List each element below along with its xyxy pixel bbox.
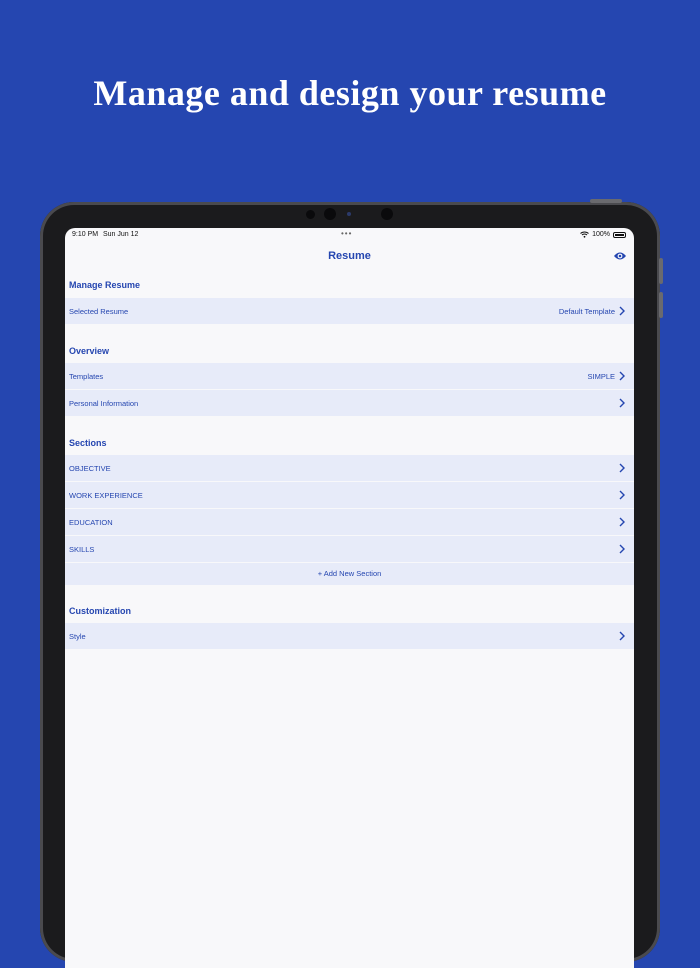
status-time: 9:10 PM: [72, 231, 99, 238]
row-work-experience[interactable]: WORK EXPERIENCE: [65, 482, 634, 509]
section-header-sections: Sections: [69, 438, 107, 448]
camera-icon: [324, 208, 336, 220]
chevron-right-icon: [619, 517, 625, 527]
row-selected-resume[interactable]: Selected Resume Default Template: [65, 298, 634, 325]
chevron-right-icon: [619, 544, 625, 554]
multitasking-dots-icon[interactable]: •••: [341, 229, 352, 238]
chevron-right-icon: [619, 463, 625, 473]
page-title: Resume: [328, 250, 371, 262]
eye-icon[interactable]: [613, 251, 627, 261]
row-label: SKILLS: [69, 544, 95, 554]
volume-down-button: [659, 292, 663, 318]
chevron-right-icon: [619, 490, 625, 500]
add-new-section-button[interactable]: + Add New Section: [65, 563, 634, 585]
row-label: EDUCATION: [69, 517, 113, 527]
sensor-icon: [381, 208, 393, 220]
status-bar: 9:10 PM Sun Jun 12 ••• 100%: [65, 228, 634, 242]
tablet-frame: 9:10 PM Sun Jun 12 ••• 100% Resume Manag…: [40, 199, 663, 968]
row-label: Selected Resume: [69, 306, 129, 316]
chevron-right-icon: [619, 371, 625, 381]
section-header-overview: Overview: [69, 346, 110, 356]
row-skills[interactable]: SKILLS: [65, 536, 634, 563]
row-value: SIMPLE: [587, 371, 615, 381]
row-label: Templates: [69, 371, 104, 381]
status-date: Sun Jun 12: [103, 231, 139, 238]
row-style[interactable]: Style: [65, 623, 634, 650]
sensor-icon: [306, 210, 315, 219]
top-button: [590, 199, 622, 203]
row-label: OBJECTIVE: [69, 463, 111, 473]
indicator-icon: [347, 212, 351, 216]
battery-icon: [613, 231, 626, 238]
wifi-icon: [580, 231, 589, 238]
section-header-manage-resume: Manage Resume: [69, 280, 141, 290]
row-label: WORK EXPERIENCE: [69, 490, 143, 500]
promo-headline: Manage and design your resume: [93, 73, 607, 113]
row-education[interactable]: EDUCATION: [65, 509, 634, 536]
row-personal-information[interactable]: Personal Information: [65, 390, 634, 417]
row-value: Default Template: [558, 306, 615, 316]
row-label: Personal Information: [69, 398, 139, 408]
navigation-bar: Resume: [65, 242, 634, 272]
volume-up-button: [659, 258, 663, 284]
chevron-right-icon: [619, 631, 625, 641]
row-objective[interactable]: OBJECTIVE: [65, 455, 634, 482]
chevron-right-icon: [619, 306, 625, 316]
chevron-right-icon: [619, 398, 625, 408]
battery-percent: 100%: [592, 231, 610, 238]
section-header-customization: Customization: [69, 606, 131, 616]
app-screen: 9:10 PM Sun Jun 12 ••• 100% Resume Manag…: [65, 228, 634, 968]
row-templates[interactable]: Templates SIMPLE: [65, 363, 634, 390]
row-label: Style: [69, 631, 86, 641]
